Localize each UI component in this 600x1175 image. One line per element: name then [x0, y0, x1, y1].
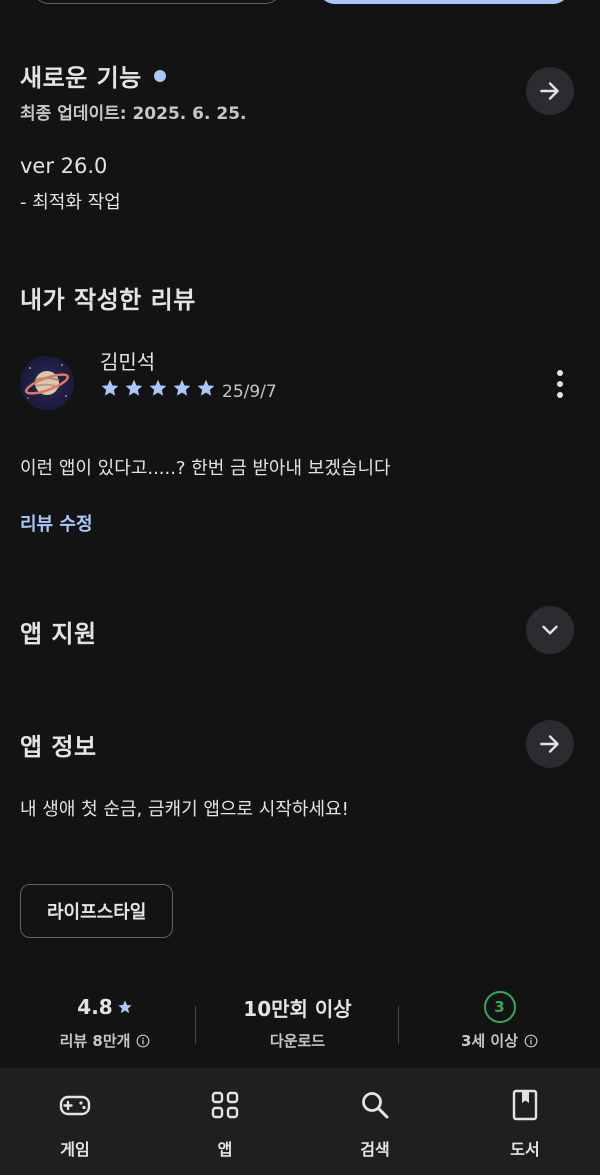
nav-books-label: 도서 — [510, 1140, 540, 1159]
downloads-value: 10만회 이상 — [243, 996, 352, 1021]
app-info-title: 앱 정보 — [20, 733, 97, 761]
edit-review-link[interactable]: 리뷰 수정 — [20, 510, 93, 536]
arrow-right-icon — [540, 82, 559, 100]
bottom-navigation: 게임 앱 검색 도서 — [0, 1068, 600, 1175]
nav-apps[interactable]: 앱 — [150, 1068, 300, 1175]
version-text: ver 26.0 — [20, 154, 108, 178]
age-rating-label: 3세 이상 — [460, 1032, 519, 1050]
whats-new-heading: 새로운 기능 — [20, 58, 166, 93]
star-icon — [125, 379, 143, 396]
gamepad-icon — [59, 1095, 91, 1116]
book-icon — [512, 1089, 538, 1121]
nav-games-label: 게임 — [60, 1140, 90, 1159]
app-details-page: 새로운 기능 최종 업데이트: 2025. 6. 25. ver 26.0 - … — [0, 0, 600, 1175]
star-icon — [197, 379, 215, 396]
stat-divider — [195, 1006, 196, 1044]
open-button[interactable] — [318, 0, 570, 4]
review-count: 리뷰 8만개 — [59, 1032, 131, 1050]
more-options-icon[interactable] — [548, 366, 572, 402]
review-date: 25/9/7 — [222, 382, 277, 402]
my-review-title: 내가 작성한 리뷰 — [20, 286, 196, 314]
last-updated: 최종 업데이트: 2025. 6. 25. — [20, 104, 247, 124]
star-icon — [101, 379, 119, 396]
uninstall-button[interactable] — [32, 0, 282, 4]
whats-new-arrow-button[interactable] — [526, 67, 574, 115]
rating-stat[interactable]: 4.8 리뷰 8만개 — [20, 990, 190, 1051]
stats-row: 4.8 리뷰 8만개 10만회 이상 다운로드 3 3세 이상 — [0, 990, 600, 1060]
nav-apps-label: 앱 — [217, 1140, 233, 1159]
arrow-right-icon — [540, 735, 559, 753]
age-rating-badge: 3 — [483, 991, 516, 1023]
search-icon — [362, 1092, 389, 1119]
app-description: 내 생애 첫 순금, 금캐기 앱으로 시작하세요! — [20, 799, 349, 820]
new-indicator-dot — [153, 70, 166, 82]
avatar — [20, 356, 74, 410]
rating-value: 4.8 — [77, 995, 113, 1019]
star-icon — [173, 379, 191, 396]
star-icon — [118, 1000, 132, 1014]
nav-books[interactable]: 도서 — [450, 1068, 600, 1175]
age-rating-stat[interactable]: 3 3세 이상 — [412, 990, 587, 1051]
downloads-stat: 10만회 이상 다운로드 — [210, 990, 385, 1051]
star-rating — [100, 378, 216, 398]
star-icon — [149, 379, 167, 396]
release-notes: - 최적화 작업 — [20, 192, 121, 213]
whats-new-title: 새로운 기능 — [20, 64, 142, 92]
nav-search[interactable]: 검색 — [300, 1068, 450, 1175]
downloads-label: 다운로드 — [269, 1032, 326, 1050]
category-chip[interactable]: 라이프스타일 — [20, 884, 174, 938]
saturn-avatar-icon — [24, 364, 70, 399]
apps-grid-icon — [211, 1091, 239, 1119]
stat-divider — [398, 1006, 399, 1044]
app-support-expand-button[interactable] — [526, 606, 574, 654]
review-text: 이런 앱이 있다고.....? 한번 금 받아내 보겠습니다 — [20, 458, 391, 479]
info-icon — [524, 1034, 538, 1047]
nav-games[interactable]: 게임 — [0, 1068, 150, 1175]
nav-search-label: 검색 — [360, 1140, 390, 1159]
app-support-title: 앱 지원 — [20, 620, 97, 648]
info-icon — [137, 1034, 150, 1047]
app-info-arrow-button[interactable] — [526, 720, 574, 768]
reviewer-name: 김민석 — [100, 350, 156, 374]
chevron-down-icon — [542, 625, 558, 635]
